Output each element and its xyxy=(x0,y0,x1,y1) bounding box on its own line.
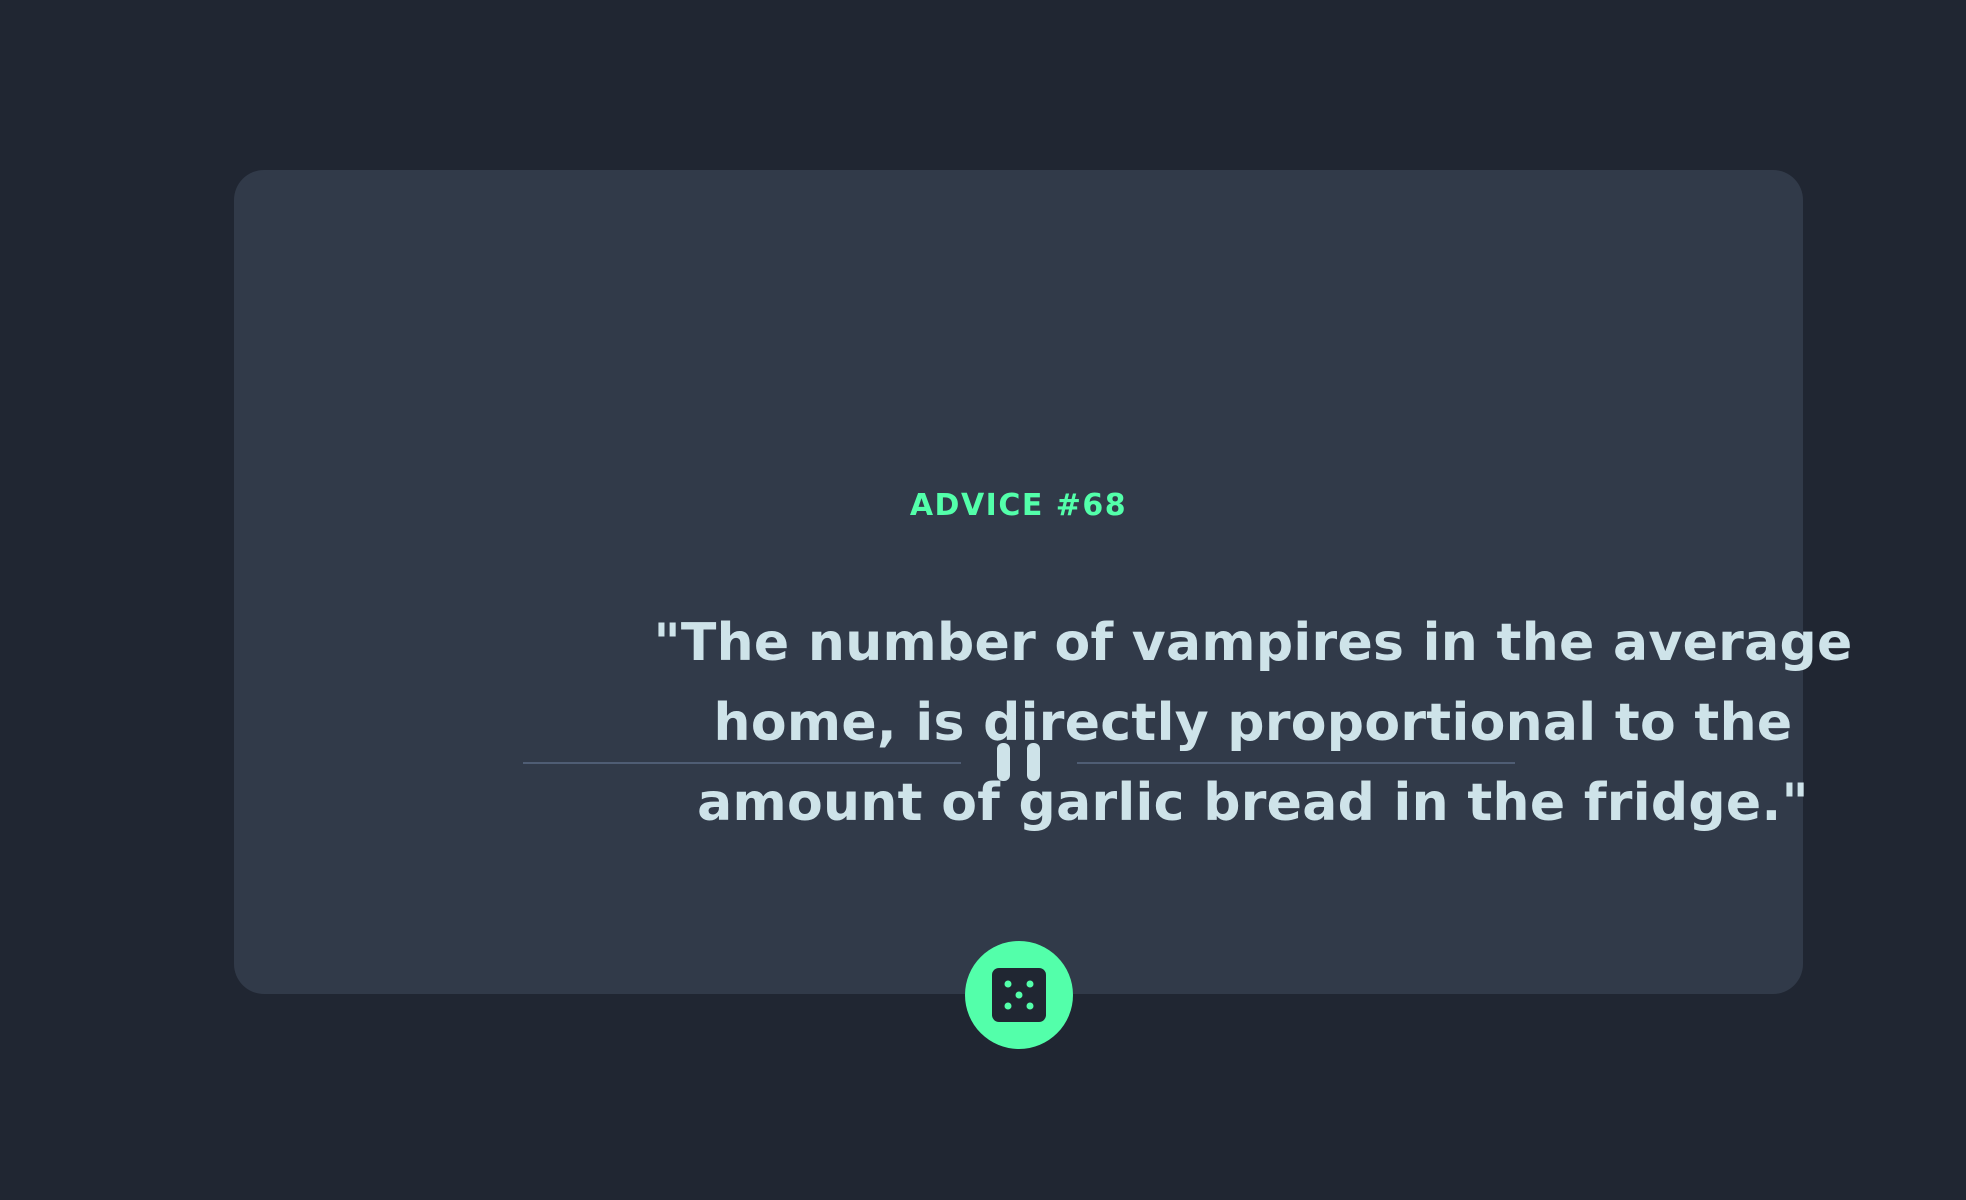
dice-icon xyxy=(992,968,1046,1022)
pause-bar-left xyxy=(997,743,1010,781)
advice-quote: "The number of vampires in the average h… xyxy=(653,613,1853,833)
divider-line-left xyxy=(523,762,961,764)
new-advice-button[interactable] xyxy=(965,941,1073,1049)
pause-icon xyxy=(995,743,1043,781)
advice-card: ADVICE #68 "The number of vampires in th… xyxy=(234,170,1852,994)
divider-line-right xyxy=(1077,762,1515,764)
pause-bar-right xyxy=(1027,743,1040,781)
advice-id: ADVICE #68 xyxy=(909,488,1128,523)
